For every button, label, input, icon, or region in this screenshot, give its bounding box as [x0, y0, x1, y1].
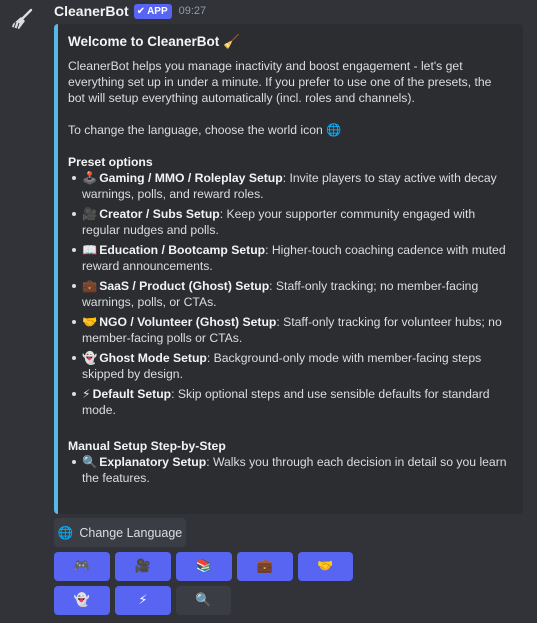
- list-item: 🤝 NGO / Volunteer (Ghost) Setup: Staff-on…: [68, 314, 509, 346]
- option-emoji-icon: ⚡: [82, 387, 91, 401]
- option-emoji-icon: 🔍: [82, 455, 98, 469]
- list-item: 🎥 Creator / Subs Setup: Keep your support…: [68, 206, 509, 238]
- option-name: Gaming / MMO / Roleplay Setup: [99, 171, 283, 185]
- option-name: Education / Bootcamp Setup: [99, 243, 266, 257]
- verified-check-icon: ✔: [136, 5, 146, 17]
- broom-icon: [12, 8, 33, 30]
- app-badge-label: APP: [147, 5, 168, 17]
- preset-button[interactable]: ⚡: [115, 586, 171, 615]
- game-controller-icon: 🎮: [73, 559, 91, 574]
- option-emoji-icon: 📖: [82, 243, 98, 257]
- bot-name[interactable]: CleanerBot: [54, 3, 129, 19]
- list-item: 💼 SaaS / Product (Ghost) Setup: Staff-onl…: [68, 278, 509, 310]
- preset-button[interactable]: 💼: [237, 552, 293, 581]
- app-badge: ✔ APP: [133, 3, 172, 19]
- preset-button[interactable]: 🎥: [115, 552, 171, 581]
- change-language-label: Change Language: [79, 525, 183, 540]
- option-name: Creator / Subs Setup: [99, 207, 220, 221]
- option-emoji-icon: 🎥: [82, 207, 98, 221]
- ghost-icon: 👻: [73, 593, 91, 608]
- option-name: SaaS / Product (Ghost) Setup: [99, 279, 270, 293]
- list-item: 📖 Education / Bootcamp Setup: Higher-touc…: [68, 242, 509, 274]
- option-name: Default Setup: [92, 387, 172, 401]
- change-language-button[interactable]: 🌐 Change Language: [54, 518, 186, 547]
- preset-button[interactable]: 📚: [176, 552, 232, 581]
- preset-heading: Preset options: [68, 155, 153, 169]
- globe-icon: 🌐: [57, 524, 74, 540]
- embed-description: CleanerBot helps you manage inactivity a…: [68, 58, 509, 486]
- option-name: NGO / Volunteer (Ghost) Setup: [99, 315, 277, 329]
- preset-button[interactable]: 🤝: [298, 552, 353, 581]
- manual-list: 🔍 Explanatory Setup: Walks you through ea…: [68, 454, 509, 486]
- preset-button[interactable]: 👻: [54, 586, 110, 615]
- books-icon: 📚: [195, 559, 213, 574]
- embed-intro: CleanerBot helps you manage inactivity a…: [68, 59, 492, 105]
- option-name: Explanatory Setup: [99, 455, 207, 469]
- magnifier-icon: 🔍: [195, 593, 212, 608]
- option-emoji-icon: 👻: [82, 351, 98, 365]
- list-item: ⚡ Default Setup: Skip optional steps and …: [68, 386, 509, 418]
- bot-avatar[interactable]: [8, 6, 36, 34]
- briefcase-icon: 💼: [256, 559, 274, 574]
- option-emoji-icon: 🤝: [82, 315, 98, 329]
- list-item: 🔍 Explanatory Setup: Walks you through ea…: [68, 454, 509, 486]
- preset-list: 🕹️ Gaming / MMO / Roleplay Setup: Invite …: [68, 170, 509, 418]
- option-emoji-icon: 🕹️: [82, 171, 98, 185]
- message-timestamp[interactable]: 09:27: [179, 5, 207, 17]
- preset-button[interactable]: 🔍: [176, 586, 231, 615]
- list-item: 🕹️ Gaming / MMO / Roleplay Setup: Invite …: [68, 170, 509, 202]
- list-item: 👻 Ghost Mode Setup: Background-only mode …: [68, 350, 509, 382]
- lightning-icon: ⚡: [138, 593, 148, 608]
- message-header: CleanerBot ✔ APP 09:27: [54, 2, 206, 20]
- manual-heading: Manual Setup Step-by-Step: [68, 439, 226, 453]
- embed-title: Welcome to CleanerBot 🧹: [68, 34, 240, 49]
- welcome-embed: Welcome to CleanerBot 🧹 CleanerBot helps…: [54, 24, 523, 514]
- movie-camera-icon: 🎥: [134, 559, 152, 574]
- language-hint: To change the language, choose the world…: [68, 123, 342, 137]
- option-emoji-icon: 💼: [82, 279, 98, 293]
- handshake-icon: 🤝: [317, 559, 334, 574]
- option-name: Ghost Mode Setup: [99, 351, 207, 365]
- preset-button[interactable]: 🎮: [54, 552, 110, 581]
